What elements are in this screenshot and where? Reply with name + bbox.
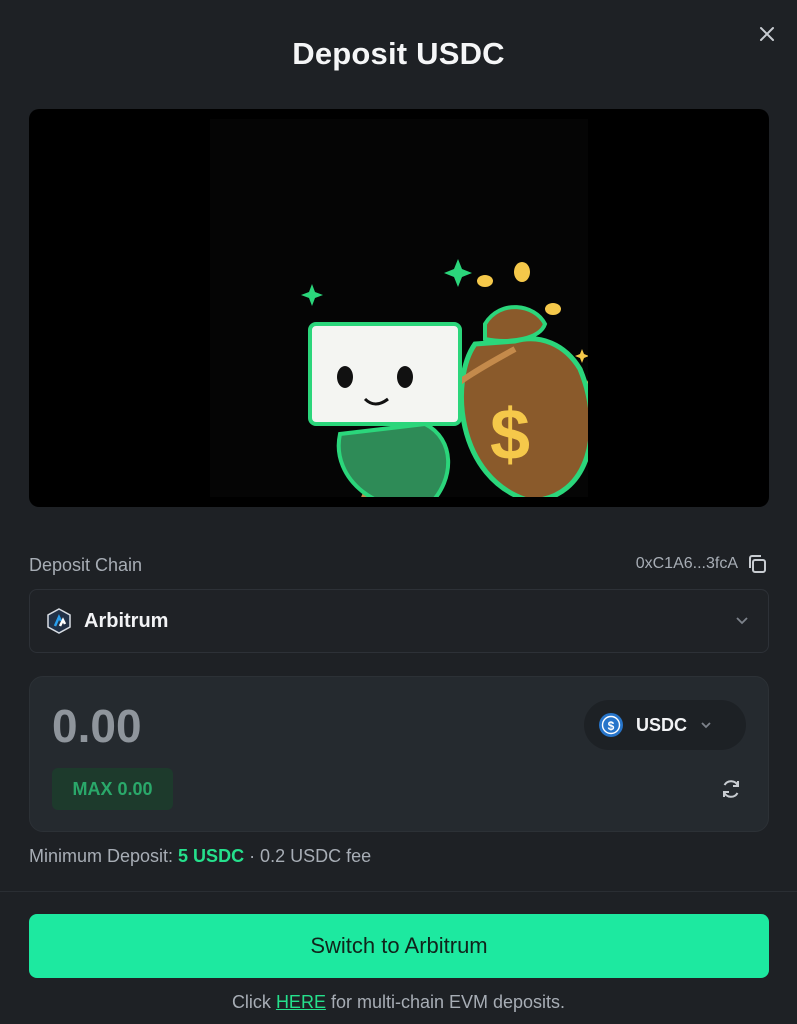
deposit-fee: · 0.2 USDC fee [244,846,372,866]
wallet-address-text: 0xC1A6...3fcA [635,555,738,572]
amount-input[interactable] [52,699,352,753]
close-icon [760,27,774,41]
token-selector[interactable]: $ USDC [584,700,746,750]
switch-network-button[interactable]: Switch to Arbitrum [29,914,769,978]
footer-note: Click HERE for multi-chain EVM deposits. [0,992,797,1013]
amount-panel: $ USDC MAX 0.00 [29,676,769,832]
selected-chain: Arbitrum [84,609,169,632]
deposit-modal: Deposit USDC $ Deposit Chain 0xC1A6...3f… [0,0,797,1024]
chevron-down-icon [701,722,711,729]
divider [0,891,797,892]
hero-image: $ [29,109,769,507]
minimum-deposit-info: Minimum Deposit: 5 USDC · 0.2 USDC fee [29,846,371,867]
svg-text:$: $ [608,719,615,733]
svg-text:$: $ [490,395,530,475]
chevron-down-icon [736,617,748,625]
deposit-chain-label: Deposit Chain [29,555,143,575]
modal-title: Deposit USDC [292,36,505,71]
footer-suffix: for multi-chain EVM deposits. [325,992,566,1012]
minimum-deposit-amount: 5 USDC [178,846,245,866]
usdc-icon: $ [599,713,623,737]
mascot-illustration: $ [210,119,599,507]
selected-token: USDC [636,714,688,735]
footer-prefix: Click [231,992,276,1012]
minimum-deposit-prefix: Minimum Deposit: [29,846,179,866]
multi-chain-link[interactable]: HERE [276,992,326,1012]
arbitrum-icon [47,608,71,634]
copy-icon[interactable] [746,553,768,575]
refresh-icon[interactable] [720,778,742,800]
wallet-address[interactable]: 0xC1A6...3fcA [636,553,768,575]
chain-selector[interactable]: Arbitrum [29,589,769,653]
close-button[interactable] [755,22,779,46]
max-button[interactable]: MAX 0.00 [52,768,173,810]
